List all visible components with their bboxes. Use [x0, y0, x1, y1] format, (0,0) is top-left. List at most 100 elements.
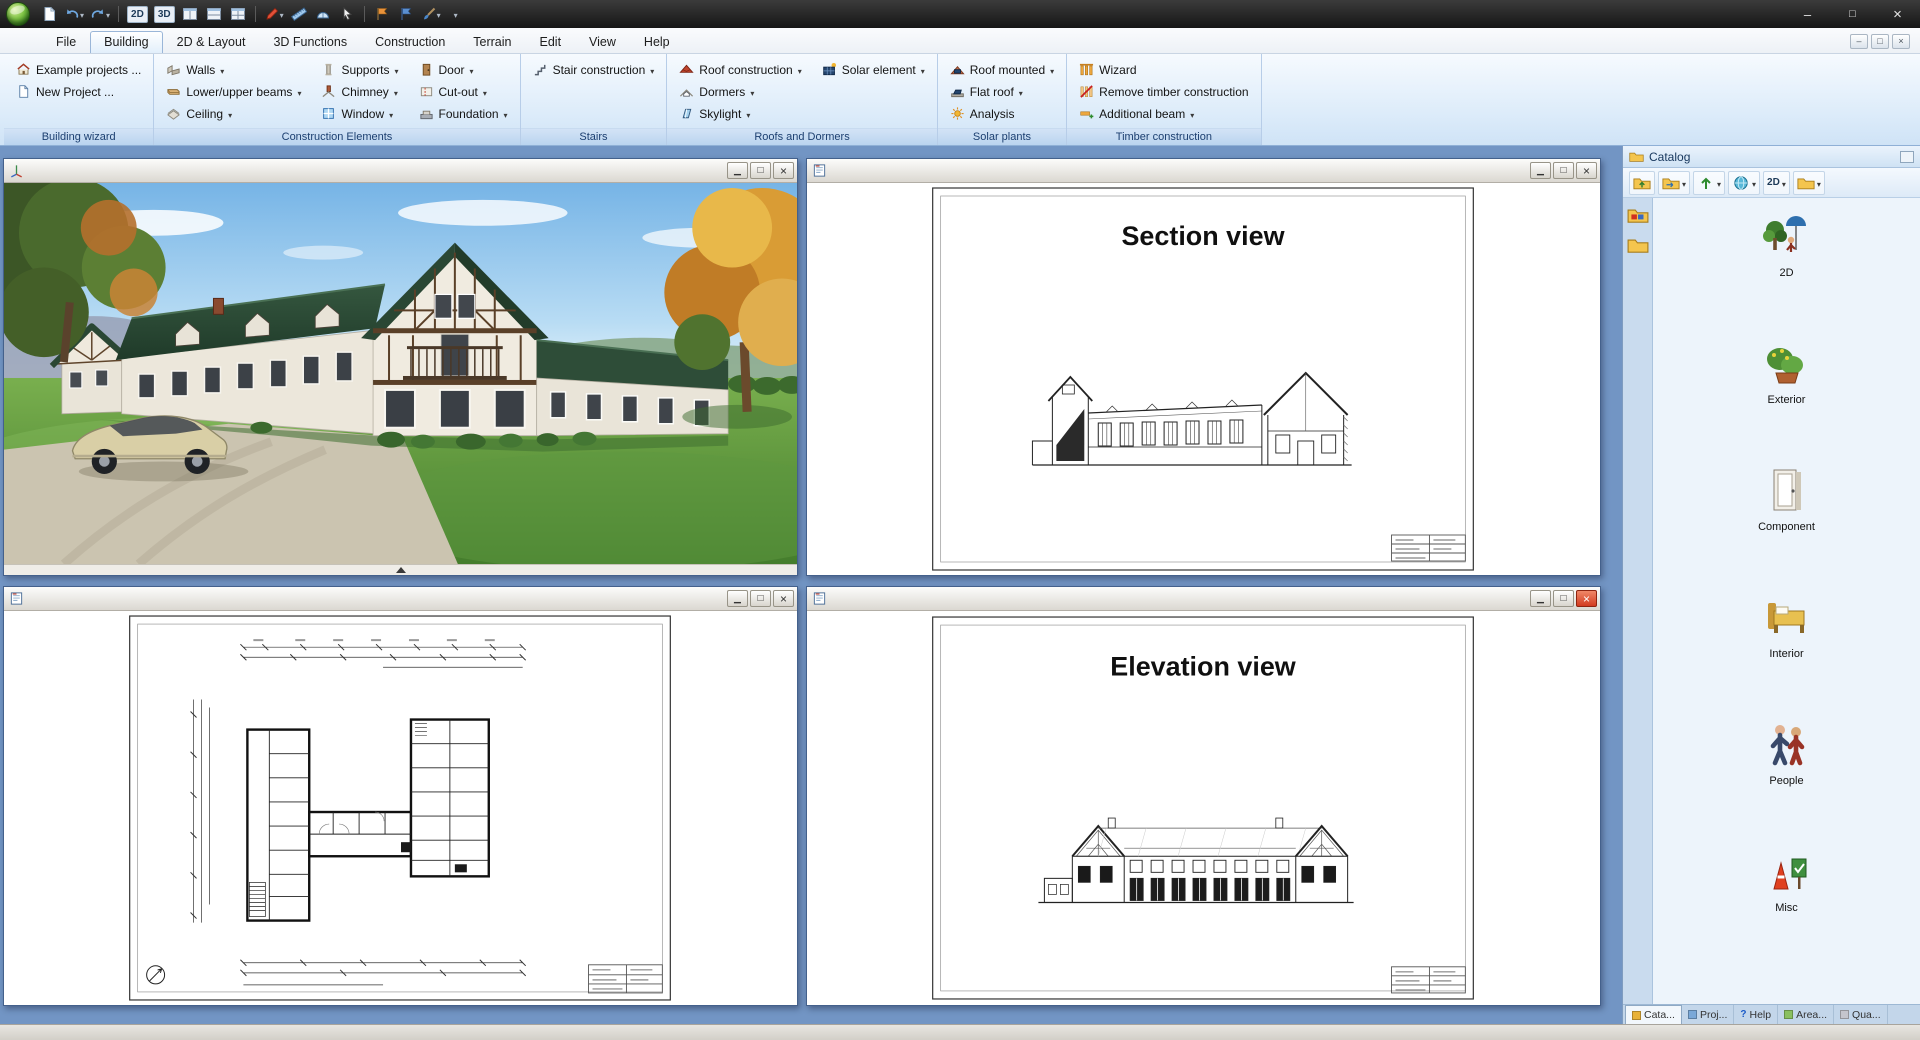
project-folder-icon[interactable] [1627, 206, 1649, 224]
tab-catalog[interactable]: Cata... [1625, 1005, 1682, 1024]
window-titlebar[interactable] [4, 587, 797, 611]
tab-help[interactable]: Help [630, 31, 684, 53]
marker-flag-blue-button[interactable] [395, 3, 417, 25]
title-bar[interactable]: 2D 3D [0, 0, 1920, 28]
marker-flag-orange-button[interactable] [371, 3, 393, 25]
window-titlebar[interactable] [4, 159, 797, 183]
redo-button[interactable] [88, 3, 112, 25]
analysis-button[interactable]: Analysis [946, 103, 1058, 124]
example-projects-button[interactable]: Example projects ... [12, 59, 145, 80]
button-label: Lower/upper beams [186, 85, 292, 99]
skylight-button[interactable]: Skylight [675, 103, 805, 124]
flat-roof-button[interactable]: Flat roof [946, 81, 1058, 102]
section-sheet[interactable]: Section view [807, 183, 1600, 575]
additional-beam-button[interactable]: Additional beam [1075, 103, 1252, 124]
window-layout-quad-button[interactable] [227, 3, 249, 25]
paint-brush-button[interactable] [419, 3, 443, 25]
catalog-folder-up-button[interactable] [1629, 171, 1655, 195]
measure-angle-button[interactable] [312, 3, 334, 25]
catalog-2d-view-button[interactable]: 2D [1763, 171, 1790, 195]
tab-construction[interactable]: Construction [361, 31, 459, 53]
ceiling-button[interactable]: Ceiling [162, 103, 305, 124]
app-logo-icon[interactable] [6, 2, 30, 26]
new-document-button[interactable] [38, 3, 60, 25]
view-2d-button[interactable]: 2D [125, 3, 150, 25]
minimize-button[interactable] [727, 162, 748, 179]
roof-mounted-button[interactable]: Roof mounted [946, 59, 1058, 80]
foundation-button[interactable]: Foundation [415, 103, 512, 124]
select-arrow-button[interactable] [336, 3, 358, 25]
door-button[interactable]: Door [415, 59, 512, 80]
new-project-button[interactable]: New Project ... [12, 81, 145, 102]
green-arrow-icon [1697, 175, 1715, 191]
library-folder-icon[interactable] [1627, 236, 1649, 254]
view-3d-button[interactable]: 3D [152, 3, 177, 25]
tab-area[interactable]: Area... [1778, 1005, 1834, 1024]
minimize-button[interactable] [1530, 162, 1551, 179]
minimize-button[interactable] [727, 590, 748, 607]
draw-mode-button[interactable] [262, 3, 286, 25]
tab-quantities[interactable]: Qua... [1834, 1005, 1888, 1024]
dropdown-arrow-icon [921, 63, 925, 77]
timber-wizard-button[interactable]: Wizard [1075, 59, 1252, 80]
maximize-button[interactable] [750, 162, 771, 179]
plan-sheet[interactable] [4, 611, 797, 1005]
tab-view[interactable]: View [575, 31, 630, 53]
lower-upper-beams-button[interactable]: Lower/upper beams [162, 81, 305, 102]
tab-3d-functions[interactable]: 3D Functions [259, 31, 361, 53]
stair-construction-button[interactable]: Stair construction [529, 59, 659, 80]
cut-out-button[interactable]: Cut-out [415, 81, 512, 102]
catalog-item-component[interactable]: Component [1727, 464, 1847, 533]
measure-ruler-button[interactable] [288, 3, 310, 25]
dropdown-arrow-icon [228, 107, 232, 121]
catalog-item-misc[interactable]: Misc [1727, 845, 1847, 914]
catalog-item-2d[interactable]: 2D [1727, 210, 1847, 279]
catalog-3d-view-button[interactable] [1728, 171, 1760, 195]
tab-file[interactable]: File [42, 31, 90, 53]
supports-button[interactable]: Supports [317, 59, 402, 80]
remove-timber-construction-button[interactable]: Remove timber construction [1075, 81, 1252, 102]
child-minimize-button[interactable] [1850, 34, 1868, 49]
window-layout-split-horizontal-button[interactable] [203, 3, 225, 25]
catalog-open-folder-button[interactable] [1658, 171, 1690, 195]
window-layout-split-vertical-button[interactable] [179, 3, 201, 25]
tab-project[interactable]: Proj... [1682, 1005, 1734, 1024]
maximize-button[interactable] [750, 590, 771, 607]
window-button[interactable]: Window [317, 103, 402, 124]
tab-2d-layout[interactable]: 2D & Layout [163, 31, 260, 53]
tab-terrain[interactable]: Terrain [459, 31, 525, 53]
dormers-button[interactable]: Dormers [675, 81, 805, 102]
child-close-button[interactable] [1892, 34, 1910, 49]
catalog-import-button[interactable] [1693, 171, 1725, 195]
tab-help[interactable]: Help [1734, 1005, 1778, 1024]
elevation-sheet[interactable]: Elevation view [807, 611, 1600, 1005]
minimize-button[interactable] [1785, 0, 1830, 28]
catalog-folders-button[interactable] [1793, 171, 1825, 195]
close-button[interactable] [1576, 590, 1597, 607]
walls-button[interactable]: Walls [162, 59, 305, 80]
tab-edit[interactable]: Edit [526, 31, 576, 53]
window-titlebar[interactable] [807, 159, 1600, 183]
3d-viewport[interactable] [4, 183, 797, 564]
maximize-button[interactable] [1553, 162, 1574, 179]
toolbar-overflow-button[interactable] [445, 3, 467, 25]
catalog-item-exterior[interactable]: Exterior [1727, 337, 1847, 406]
roof-construction-button[interactable]: Roof construction [675, 59, 805, 80]
horizontal-scrollbar[interactable] [4, 564, 797, 575]
chimney-button[interactable]: Chimney [317, 81, 402, 102]
undo-button[interactable] [62, 3, 86, 25]
catalog-float-button[interactable] [1900, 151, 1914, 163]
close-button[interactable] [1576, 162, 1597, 179]
minimize-button[interactable] [1530, 590, 1551, 607]
solar-element-button[interactable]: Solar element [818, 59, 929, 80]
maximize-button[interactable] [1830, 0, 1875, 28]
tab-building[interactable]: Building [90, 31, 162, 53]
catalog-item-interior[interactable]: Interior [1727, 591, 1847, 660]
close-button[interactable] [773, 590, 794, 607]
window-titlebar[interactable] [807, 587, 1600, 611]
catalog-item-people[interactable]: People [1727, 718, 1847, 787]
maximize-button[interactable] [1553, 590, 1574, 607]
close-button[interactable] [1875, 0, 1920, 28]
child-restore-button[interactable] [1871, 34, 1889, 49]
close-button[interactable] [773, 162, 794, 179]
